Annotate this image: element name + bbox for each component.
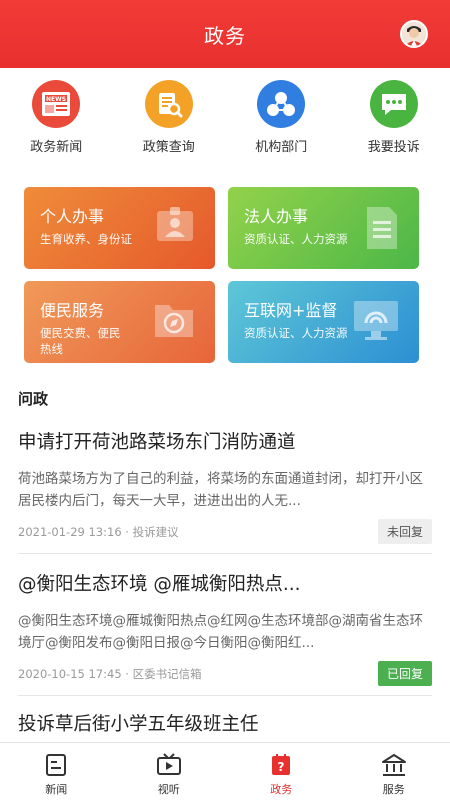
card-title: 个人办事 [40,207,105,226]
svg-text:?: ? [278,760,285,774]
quicknav-label: 政务新闻 [30,140,83,155]
card-title: 互联网+监督 [244,301,338,320]
quicknav-label: 我要投诉 [367,140,420,155]
monitor-icon [351,297,401,347]
news-icon: NEWS [32,80,81,128]
divider [18,695,432,696]
feed-title: 投诉草后街小学五年级班主任 [18,714,259,735]
page-title: 政务 [204,23,246,48]
feed-body: @衡阳生态环境@雁城衡阳热点@红网@生态环境部@湖南省生态环境厅@衡阳发布@衡阳… [18,613,423,651]
complaint-chat-icon [369,80,418,128]
feed-body: 荷池路菜场方为了自己的利益，将菜场的东面通道封闭，却打开小区居民楼内后门，每天一… [18,471,423,509]
feed-meta: 2021-01-29 13:16 · 投诉建议 [18,525,179,539]
video-tab-icon [156,753,181,775]
user-avatar-icon [402,22,426,46]
card-legal-person-affairs[interactable]: 法人办事 资质认证、人力资源 [228,187,419,269]
tab-service[interactable]: 服务 [338,743,450,800]
quicknav-item-news[interactable]: NEWS 政务新闻 [0,80,113,160]
card-subtitle: 资质认证、人力资源 [244,232,348,246]
document-icon [361,203,401,257]
card-convenience-services[interactable]: 便民服务 便民交费、便民热线 [24,281,215,363]
quicknav-label: 政策查询 [142,140,195,155]
quicknav-item-complaint[interactable]: 我要投诉 [338,80,450,160]
tab-label: 服务 [382,783,405,796]
quick-nav: NEWS 政务新闻 政策查询 机构部门 我要投诉 [0,80,450,160]
tab-government[interactable]: ? 政务 [225,743,338,800]
feed-title: 申请打开荷池路菜场东门消防通道 [18,432,296,453]
tab-news[interactable]: 新闻 [0,743,113,800]
id-card-icon [153,203,197,251]
section-title: 问政 [18,390,49,408]
status-badge: 已回复 [377,661,432,686]
tab-label: 新闻 [45,783,68,796]
service-tab-icon [381,754,406,776]
tab-video[interactable]: 视听 [113,743,226,800]
quicknav-item-policy[interactable]: 政策查询 [113,80,226,160]
policy-search-icon [144,80,193,128]
department-icon [257,80,306,128]
card-subtitle: 资质认证、人力资源 [244,326,348,340]
folder-compass-icon [151,297,197,345]
app-header: 政务 [0,0,450,68]
quicknav-label: 机构部门 [255,140,308,155]
tab-label: 政务 [270,783,293,796]
tab-label: 视听 [157,783,180,796]
card-subtitle: 便民交费、便民热线 [40,326,121,356]
card-title: 便民服务 [40,301,105,320]
svg-text:NEWS: NEWS [46,96,66,103]
status-badge: 未回复 [377,519,432,544]
bottom-tab-bar: 新闻 视听 ? 政务 服务 [0,742,450,800]
government-tab-icon: ? [272,754,291,775]
feed-item[interactable]: 投诉草后街小学五年级班主任 [18,710,432,742]
feed-item[interactable]: 申请打开荷池路菜场东门消防通道 荷池路菜场方为了自己的利益，将菜场的东面通道封闭… [18,428,432,546]
feed-title: @衡阳生态环境 @雁城衡阳热点... [18,574,301,595]
card-personal-affairs[interactable]: 个人办事 生育收养、身份证 [24,187,215,269]
avatar[interactable] [400,20,428,48]
divider [18,553,432,554]
news-tab-icon [46,754,67,776]
feed-meta: 2020-10-15 17:45 · 区委书记信箱 [18,667,202,681]
card-title: 法人办事 [244,207,309,226]
feed-item[interactable]: @衡阳生态环境 @雁城衡阳热点... @衡阳生态环境@雁城衡阳热点@红网@生态环… [18,570,432,688]
card-subtitle: 生育收养、身份证 [40,232,132,246]
card-internet-supervision[interactable]: 互联网+监督 资质认证、人力资源 [228,281,419,363]
quicknav-item-department[interactable]: 机构部门 [225,80,338,160]
